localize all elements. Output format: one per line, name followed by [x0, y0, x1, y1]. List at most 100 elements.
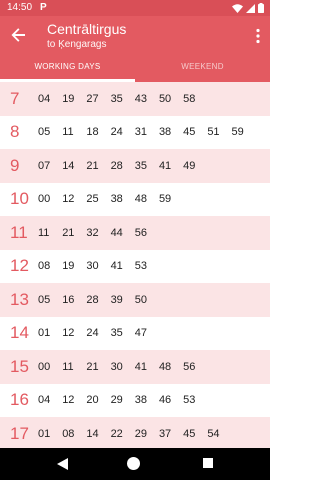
minutes-list: 00 11 21 30 41 48 56 — [38, 360, 207, 374]
timetable: 7 04 19 27 35 43 50 58 8 05 11 18 24 31 38 45 51 59 9 07 14 2… — [0, 82, 270, 451]
hour-label: 11 — [10, 222, 28, 242]
departure-minute: 28 — [86, 293, 99, 306]
hour-label: 15 — [10, 356, 29, 376]
wifi-icon — [232, 3, 243, 13]
departure-minute: 44 — [110, 226, 123, 239]
departure-minute: 08 — [38, 260, 51, 273]
nav-back-icon[interactable] — [57, 458, 68, 470]
departure-minute: 00 — [38, 360, 51, 373]
timetable-row: 14 01 12 24 35 47 — [0, 316, 270, 350]
timetable-row: 15 00 11 21 30 41 48 56 — [0, 350, 270, 384]
departure-minute: 05 — [38, 126, 51, 139]
timetable-row: 17 01 08 14 22 29 37 45 54 — [0, 417, 270, 451]
departure-minute: 51 — [207, 126, 220, 139]
minutes-list: 05 11 18 24 31 38 45 51 59 — [38, 125, 256, 139]
tab-working-days[interactable]: WORKING DAYS — [0, 56, 135, 82]
minutes-list: 00 12 25 38 48 59 — [38, 192, 183, 206]
departure-minute: 58 — [183, 92, 196, 105]
hour-label: 16 — [10, 390, 29, 410]
departure-minute: 29 — [134, 427, 147, 440]
timetable-row: 10 00 12 25 38 48 59 — [0, 182, 270, 216]
departure-minute: 37 — [158, 427, 172, 440]
departure-minute: 38 — [110, 193, 123, 206]
screen: 14:50 P Centrāltirgus to Ķengarags WORKI… — [0, 0, 270, 480]
departure-minute: 12 — [62, 394, 75, 407]
departure-minute: 11 — [62, 126, 74, 139]
hour-label: 10 — [10, 189, 29, 209]
minutes-list: 04 12 20 29 38 46 53 — [38, 393, 207, 407]
departure-minute: 50 — [158, 92, 172, 105]
departure-minute: 00 — [38, 193, 51, 206]
departure-minute: 12 — [62, 193, 75, 206]
nav-recents-icon[interactable] — [203, 458, 213, 468]
departure-minute: 35 — [134, 159, 147, 172]
timetable-row: 12 08 19 30 41 53 — [0, 249, 270, 283]
hour-label: 8 — [10, 122, 20, 142]
hour-label: 9 — [10, 155, 20, 175]
departure-minute: 48 — [158, 360, 172, 373]
tab-weekend[interactable]: WEEKEND — [135, 56, 270, 82]
departure-minute: 21 — [62, 226, 75, 239]
departure-minute: 21 — [86, 360, 99, 373]
minutes-list: 07 14 21 28 35 41 49 — [38, 159, 207, 173]
departure-minute: 59 — [158, 193, 172, 206]
departure-minute: 12 — [62, 327, 75, 340]
departure-minute: 22 — [110, 427, 123, 440]
departure-minute: 48 — [134, 193, 147, 206]
timetable-row: 16 04 12 20 29 38 46 53 — [0, 383, 270, 417]
departure-minute: 04 — [38, 394, 51, 407]
departure-minute: 35 — [110, 92, 123, 105]
departure-minute: 54 — [207, 427, 220, 440]
departure-minute: 08 — [62, 427, 75, 440]
departure-minute: 30 — [110, 360, 123, 373]
departure-minute: 46 — [158, 394, 172, 407]
minutes-list: 11 21 32 44 56 — [38, 226, 159, 240]
battery-icon — [258, 3, 264, 13]
hour-label: 17 — [10, 423, 29, 443]
departure-minute: 41 — [110, 260, 123, 273]
departure-minute: 39 — [110, 293, 123, 306]
status-bar: 14:50 P — [0, 0, 270, 16]
departure-minute: 30 — [86, 260, 99, 273]
departure-minute: 25 — [86, 193, 99, 206]
status-time: 14:50 — [7, 2, 33, 13]
parking-app-icon: P — [40, 2, 47, 13]
departure-minute: 05 — [38, 293, 51, 306]
departure-minute: 04 — [38, 92, 51, 105]
timetable-row: 9 07 14 21 28 35 41 49 — [0, 149, 270, 183]
hour-label: 14 — [10, 323, 29, 343]
minutes-list: 01 12 24 35 47 — [38, 326, 159, 340]
departure-minute: 38 — [134, 394, 147, 407]
departure-minute: 20 — [86, 394, 99, 407]
departure-minute: 45 — [183, 126, 196, 139]
departure-minute: 35 — [110, 327, 123, 340]
timetable-row: 7 04 19 27 35 43 50 58 — [0, 82, 270, 116]
minutes-list: 01 08 14 22 29 37 45 54 — [38, 427, 232, 441]
departure-minute: 01 — [38, 327, 51, 340]
timetable-row: 11 11 21 32 44 56 — [0, 216, 270, 250]
minutes-list: 04 19 27 35 43 50 58 — [38, 92, 207, 106]
departure-minute: 27 — [86, 92, 99, 105]
departure-minute: 56 — [134, 226, 147, 239]
more-vert-icon[interactable] — [254, 28, 262, 44]
departure-minute: 49 — [183, 159, 196, 172]
hour-label: 7 — [10, 88, 20, 108]
departure-minute: 24 — [86, 327, 99, 340]
departure-minute: 11 — [62, 360, 74, 373]
departure-minute: 19 — [62, 260, 75, 273]
system-nav-bar — [0, 448, 270, 480]
nav-home-icon[interactable] — [127, 457, 140, 470]
departure-minute: 41 — [134, 360, 147, 373]
signal-icon — [246, 3, 255, 13]
departure-minute: 07 — [38, 159, 51, 172]
departure-minute: 31 — [134, 126, 147, 139]
arrow-back-icon[interactable] — [10, 26, 28, 44]
stop-title: Centrāltirgus — [47, 21, 127, 37]
direction-subtitle: to Ķengarags — [47, 39, 107, 50]
timetable-row: 13 05 16 28 39 50 — [0, 283, 270, 317]
departure-minute: 14 — [86, 427, 99, 440]
minutes-list: 05 16 28 39 50 — [38, 293, 159, 307]
status-icons — [232, 3, 264, 13]
minutes-list: 08 19 30 41 53 — [38, 259, 159, 273]
departure-minute: 38 — [158, 126, 172, 139]
